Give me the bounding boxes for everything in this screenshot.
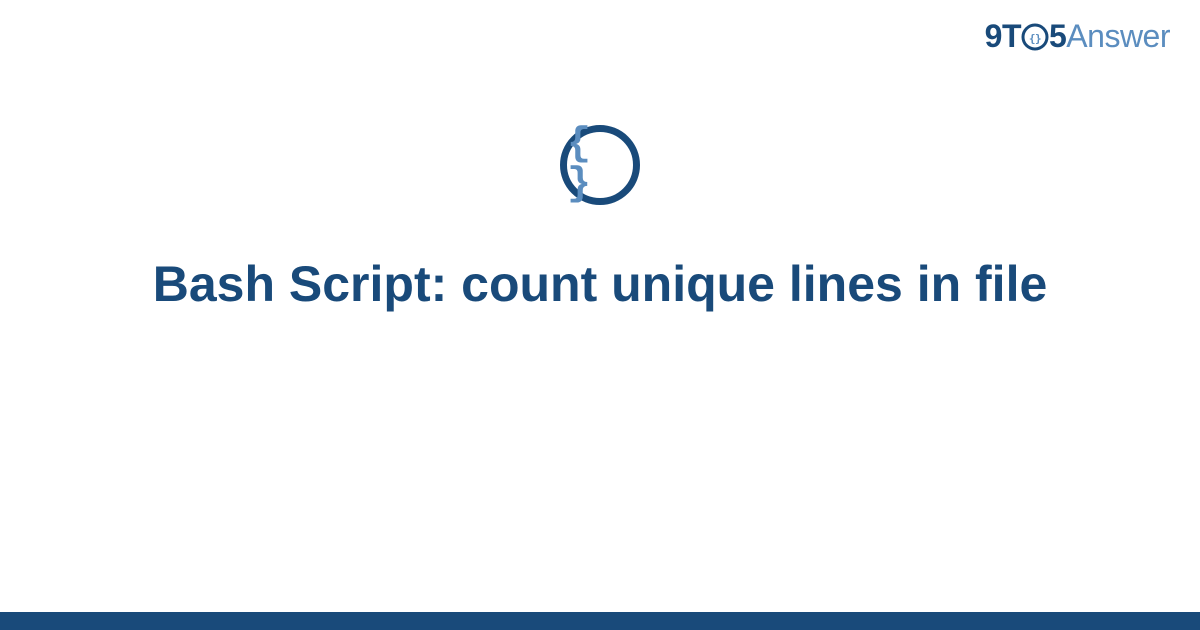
page-title: Bash Script: count unique lines in file <box>153 253 1048 316</box>
main-content: { } Bash Script: count unique lines in f… <box>0 125 1200 316</box>
logo-text-9t: 9T <box>985 18 1021 54</box>
logo-text-5: 5 <box>1049 18 1066 54</box>
category-badge: { } <box>560 125 640 205</box>
footer-accent-bar <box>0 612 1200 630</box>
site-logo: 9T {} 5Answer <box>985 18 1170 55</box>
svg-text:{}: {} <box>1029 32 1041 45</box>
code-braces-icon: { } <box>567 125 633 205</box>
logo-circle-icon: {} <box>1021 23 1049 51</box>
logo-text-answer: Answer <box>1066 18 1170 54</box>
